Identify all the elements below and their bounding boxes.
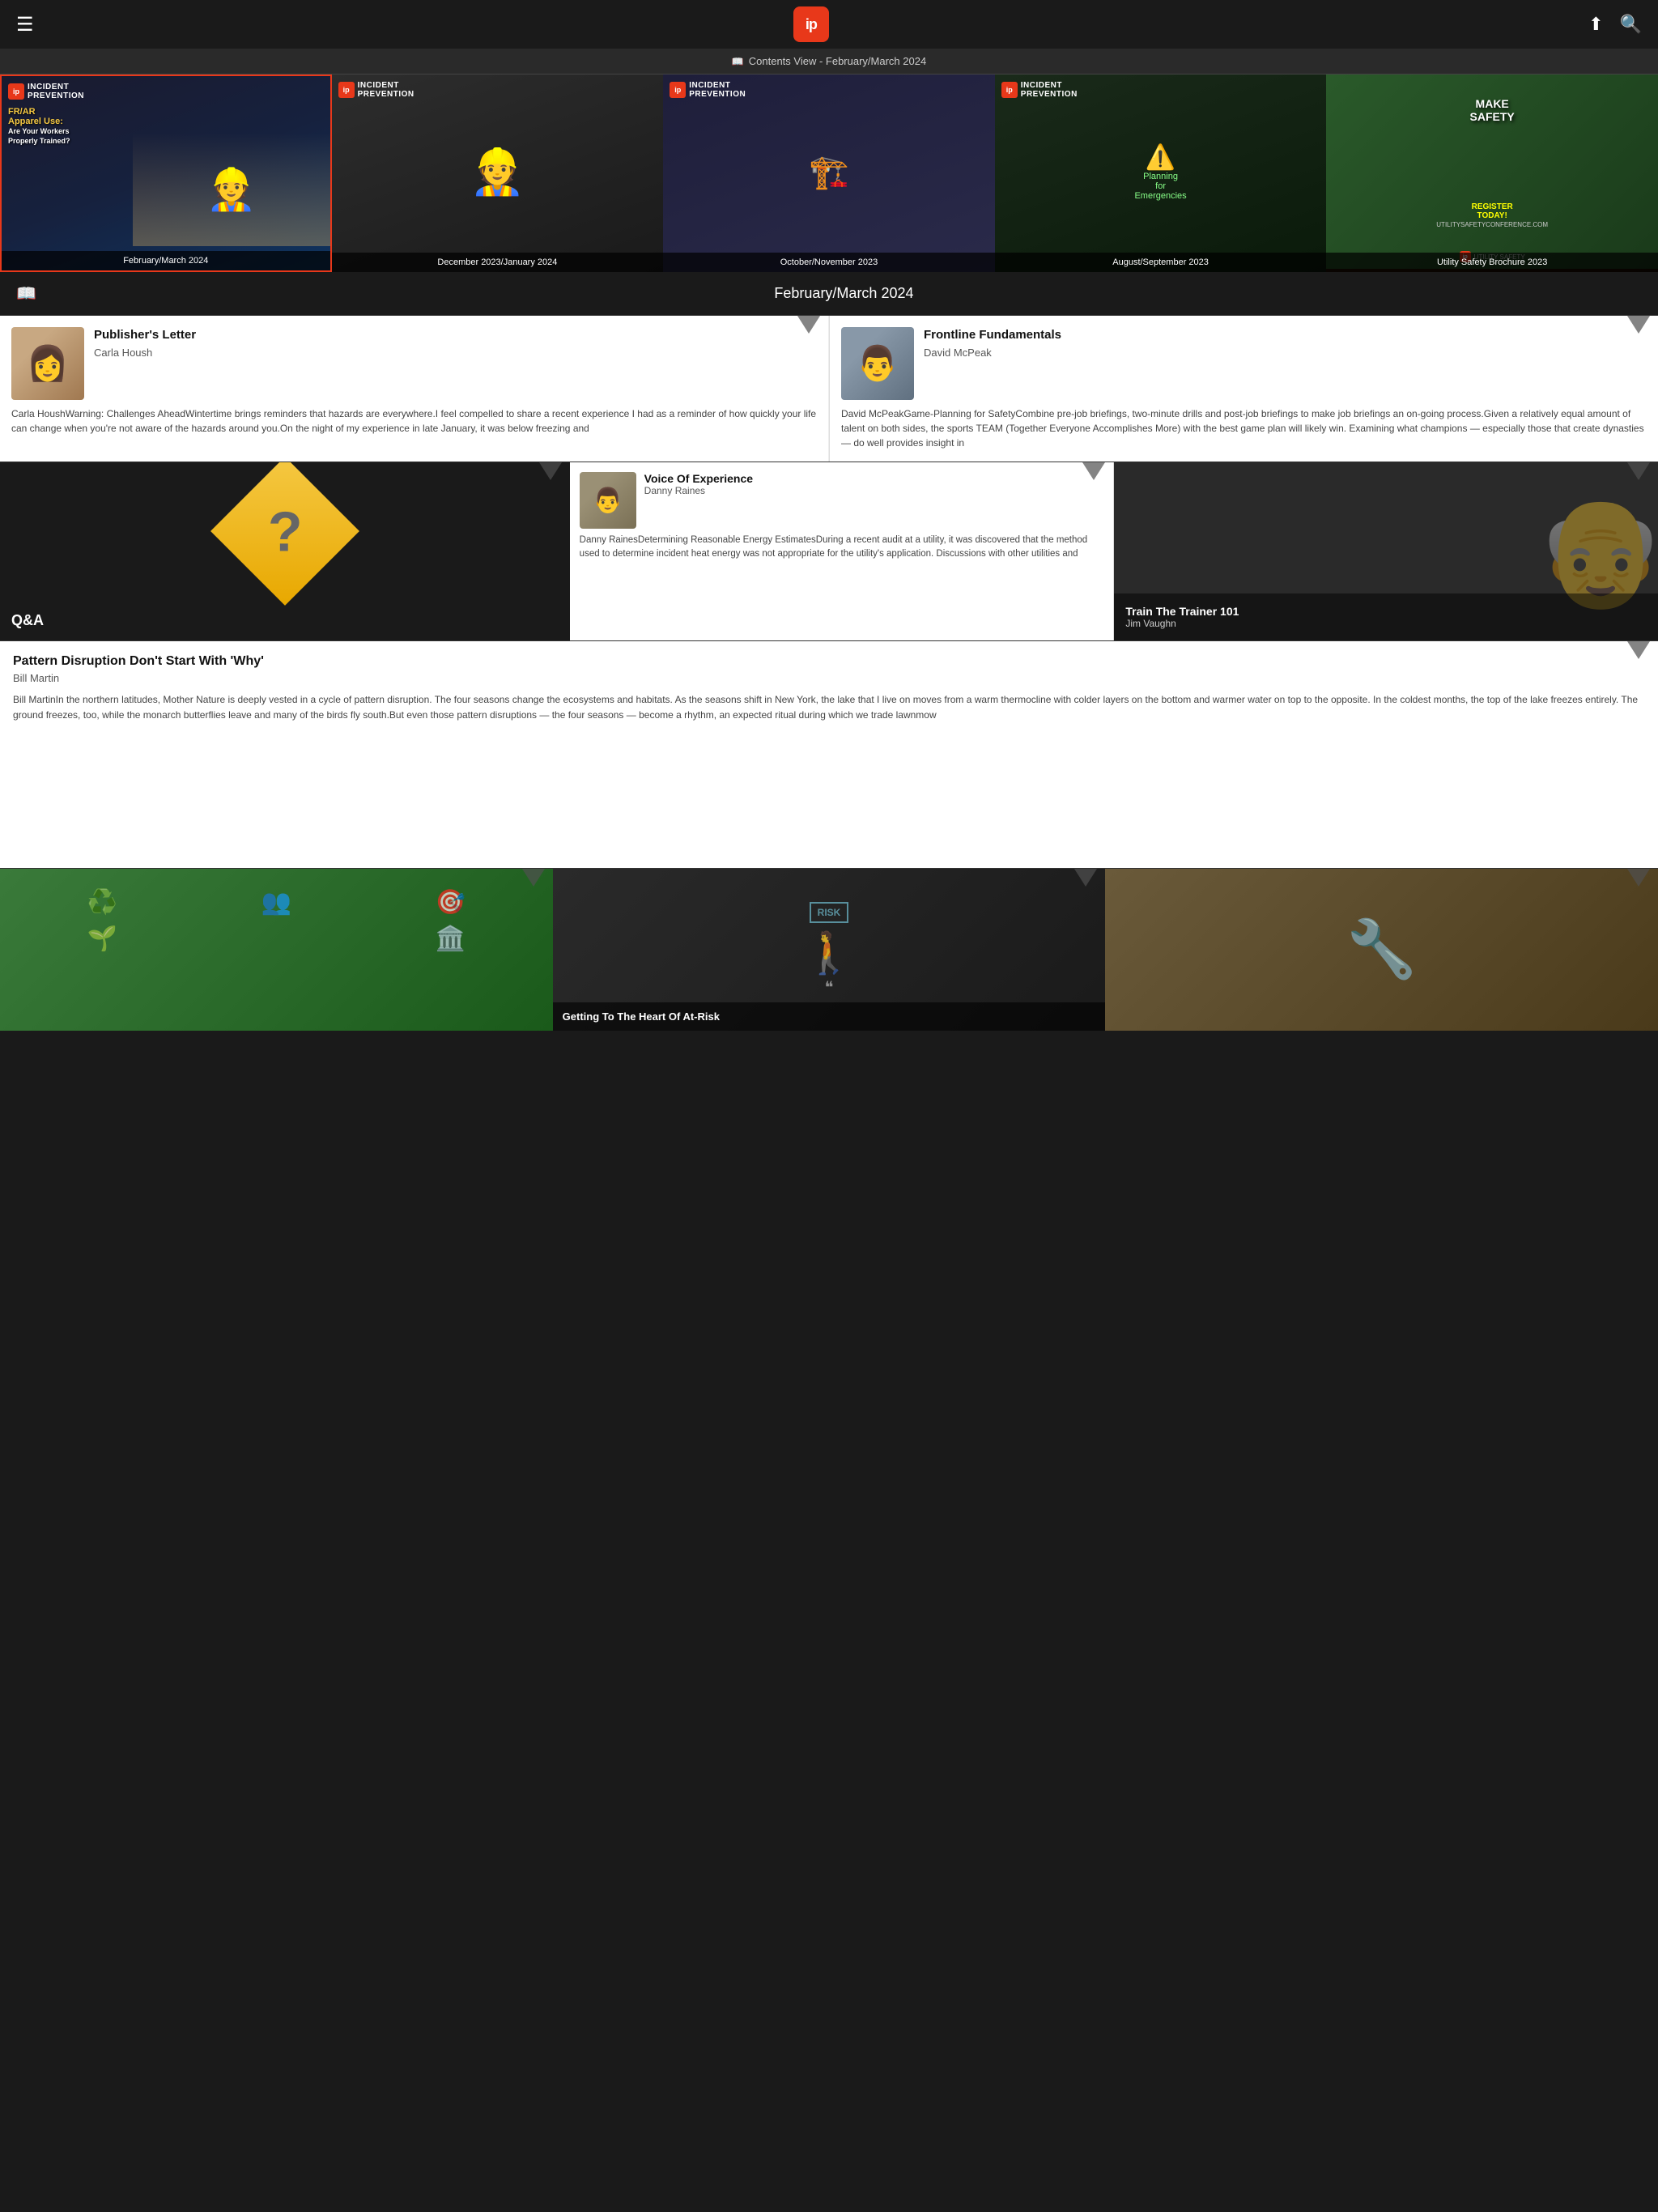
mag-label-5: Utility Safety Brochure 2023 [1326,253,1658,272]
issue-title: February/March 2024 [46,285,1642,302]
bottom-tile-1[interactable]: ♻️ 👥 🎯 🌱 🏛️ [0,869,553,1031]
app-logo[interactable]: ip [793,6,829,42]
share-icon[interactable]: ⬆ [1588,14,1603,35]
publishers-excerpt: Carla HoushWarning: Challenges AheadWint… [0,406,828,447]
cover-logo-2: ip INCIDENTPREVENTION [338,81,657,99]
bookmark-icon-pattern [1627,641,1650,659]
voice-title: Voice Of Experience [644,472,753,485]
article-voice[interactable]: 👨 Voice Of Experience Danny Raines Danny… [570,462,1115,640]
row-frar-pattern: 👷 FR/AR Apparel Use: Are Your Workers Pr… [0,641,1658,869]
magazine-carousel[interactable]: ip INCIDENTPREVENTION FR/ARApparel Use:A… [0,74,1658,272]
publishers-author: Carla Housh [94,347,817,359]
voice-header: 👨 Voice Of Experience Danny Raines [570,462,1114,534]
contents-icon: 📖 [732,56,744,67]
publishers-title: Publisher's Letter [94,327,817,343]
cover-logo-1: ip INCIDENTPREVENTION [8,83,324,100]
bookmark-icon-publishers [797,316,820,334]
qa-diamond: ? [210,462,359,606]
issue-icon: 📖 [16,283,36,304]
voice-photo: 👨 [580,472,636,529]
frontline-header: 👨 Frontline Fundamentals David McPeak [830,316,1658,406]
frontline-excerpt: David McPeakGame-Planning for SafetyComb… [830,406,1658,462]
top-nav: ☰ ip ⬆ 🔍 [0,0,1658,49]
voice-info: Voice Of Experience Danny Raines [644,472,753,496]
pattern-title: Pattern Disruption Don't Start With 'Why… [13,654,1645,669]
publishers-header: 👩 Publisher's Letter Carla Housh [0,316,828,406]
content-grid: 👩 Publisher's Letter Carla Housh Carla H… [0,316,1658,1031]
article-qa[interactable]: ? Q&A [0,462,570,640]
bottom-tile-2[interactable]: RISK 🚶 ❝ Getting To The Heart Of At-Risk [553,869,1106,1031]
qa-label: Q&A [11,612,44,629]
frontline-info: Frontline Fundamentals David McPeak [924,327,1647,359]
mag-item-5[interactable]: MAKESAFETY REGISTERTODAY! UTILITYSAFETYC… [1326,74,1658,272]
bookmark-icon-voice [1082,462,1105,480]
pattern-author: Bill Martin [13,672,1645,684]
pattern-text: Bill MartinIn the northern latitudes, Mo… [13,692,1645,722]
train-author: Jim Vaughn [1125,618,1647,629]
menu-icon[interactable]: ☰ [16,13,34,36]
row-qa-voice-train: ? Q&A 👨 Voice Of Experience Danny Raines… [0,462,1658,641]
frontline-title: Frontline Fundamentals [924,327,1647,343]
issue-heading: 📖 February/March 2024 [0,272,1658,316]
mag-item-3[interactable]: ip INCIDENTPREVENTION 🏗️ October/Novembe… [663,74,995,272]
status-text: Contents View - February/March 2024 [749,55,926,67]
qa-symbol: ? [267,503,302,559]
mag-item-4[interactable]: ip INCIDENTPREVENTION ⚠️ PlanningforEmer… [995,74,1327,272]
bottom-tile-3[interactable]: 🔧 [1105,869,1658,1031]
train-info: Train The Trainer 101 Jim Vaughn [1114,593,1658,640]
cover-logo-3: ip INCIDENTPREVENTION [670,81,988,99]
train-title: Train The Trainer 101 [1125,605,1647,618]
article-frontline[interactable]: 👨 Frontline Fundamentals David McPeak Da… [829,316,1658,462]
mag-label-1: February/March 2024 [2,251,330,270]
mag-label-2: December 2023/January 2024 [332,253,664,272]
frontline-photo: 👨 [841,327,914,400]
frontline-author: David McPeak [924,347,1647,359]
status-bar: 📖 Contents View - February/March 2024 [0,49,1658,74]
row-publishers-frontline: 👩 Publisher's Letter Carla Housh Carla H… [0,316,1658,462]
article-pattern[interactable]: Pattern Disruption Don't Start With 'Why… [0,641,1658,868]
publishers-info: Publisher's Letter Carla Housh [94,327,817,359]
bookmark-icon-frontline [1627,316,1650,334]
search-icon[interactable]: 🔍 [1620,14,1642,35]
voice-excerpt: Danny RainesDetermining Reasonable Energ… [570,534,1114,572]
mag-item-2[interactable]: ip INCIDENTPREVENTION 👷 December 2023/Ja… [332,74,664,272]
cover-logo-4: ip INCIDENTPREVENTION [1001,81,1320,99]
bottom-tile-2-label: Getting To The Heart Of At-Risk [553,1002,1106,1031]
voice-author: Danny Raines [644,485,753,496]
mag-label-3: October/November 2023 [663,253,995,272]
publishers-photo: 👩 [11,327,84,400]
mag-item-1[interactable]: ip INCIDENTPREVENTION FR/ARApparel Use:A… [0,74,332,272]
nav-actions: ⬆ 🔍 [1588,14,1642,35]
article-train-trainer[interactable]: 👴 Train The Trainer 101 Jim Vaughn [1114,462,1658,640]
row-bottom: ♻️ 👥 🎯 🌱 🏛️ RISK 🚶 ❝ Getting To The Hear… [0,869,1658,1031]
bookmark-icon-qa [539,462,562,480]
mag-label-4: August/September 2023 [995,253,1327,272]
article-publishers-letter[interactable]: 👩 Publisher's Letter Carla Housh Carla H… [0,316,829,462]
